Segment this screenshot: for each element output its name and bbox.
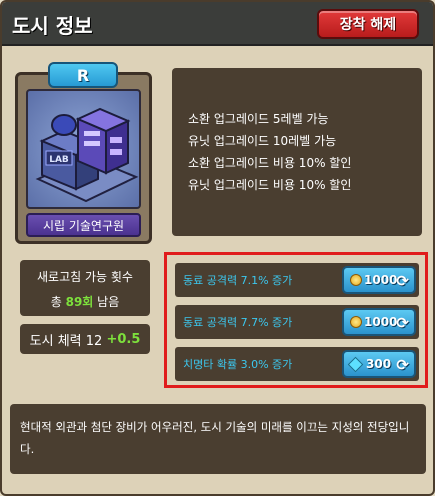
- option-label: 동료 공격력 7.1% 증가: [183, 274, 293, 287]
- city-hp-box: 도시 체력 12 +0.5: [20, 324, 150, 354]
- building-sign: LAB: [49, 155, 69, 165]
- refresh-count: 89회: [65, 295, 94, 309]
- cost-value: 300: [366, 357, 392, 371]
- unequip-button[interactable]: 장착 해제: [317, 9, 419, 39]
- header-bar: 도시 정보 장착 해제: [2, 2, 433, 46]
- coin-icon: [350, 274, 362, 286]
- refresh-icon: ⟳: [396, 272, 409, 290]
- cost-value: 1000: [364, 315, 398, 329]
- refresh-count-box: 새로고침 가능 횟수 총 89회 남음: [20, 260, 150, 316]
- coin-icon: [350, 316, 362, 328]
- city-hp-label: 도시 체력 12: [29, 333, 103, 349]
- option-row: 치명타 확률 3.0% 증가 300 ⟳: [175, 347, 419, 381]
- option-row: 동료 공격력 7.7% 증가 1000 ⟳: [175, 305, 419, 339]
- refresh-prefix: 총: [50, 295, 62, 309]
- effect-line: 유닛 업그레이드 10레벨 가능: [188, 134, 337, 148]
- lab-building-icon: LAB: [35, 107, 139, 203]
- refresh-label: 새로고침 가능 횟수: [37, 270, 133, 284]
- options-highlight-frame: 동료 공격력 7.1% 증가 1000 ⟳ 동료 공격력 7.7% 증가 100…: [164, 252, 428, 388]
- reroll-button[interactable]: 1000 ⟳: [342, 308, 416, 336]
- city-hp-bonus: +0.5: [106, 331, 141, 347]
- rarity-badge: R: [48, 62, 118, 88]
- cost-value: 1000: [364, 273, 398, 287]
- building-illustration: LAB: [26, 89, 141, 209]
- refresh-icon: ⟳: [396, 314, 409, 332]
- gem-icon: [347, 356, 364, 372]
- refresh-remaining: 총 89회 남음: [20, 293, 150, 310]
- option-label: 동료 공격력 7.7% 증가: [183, 316, 293, 329]
- page-title: 도시 정보: [12, 14, 93, 38]
- reroll-button[interactable]: 1000 ⟳: [342, 266, 416, 294]
- effects-description: 소환 업그레이드 5레벨 가능 유닛 업그레이드 10레벨 가능 소환 업그레이…: [172, 68, 422, 236]
- building-name: 시립 기술연구원: [26, 213, 141, 237]
- effect-line: 소환 업그레이드 5레벨 가능: [188, 112, 329, 126]
- city-card: LAB 시립 기술연구원: [15, 72, 152, 244]
- effect-line: 유닛 업그레이드 비용 10% 할인: [188, 178, 352, 192]
- option-label: 치명타 확률 3.0% 증가: [183, 358, 293, 371]
- city-info-panel: 도시 정보 장착 해제 LAB 시립 기술연구원 R 소환 업그레이드 5레벨 …: [0, 0, 435, 496]
- option-row: 동료 공격력 7.1% 증가 1000 ⟳: [175, 263, 419, 297]
- refresh-suffix: 남음: [97, 295, 120, 309]
- reroll-button[interactable]: 300 ⟳: [342, 350, 416, 378]
- effect-line: 소환 업그레이드 비용 10% 할인: [188, 156, 352, 170]
- lore-description: 현대적 외관과 첨단 장비가 어우러진, 도시 기술의 미래를 이끄는 지성의 …: [10, 404, 426, 474]
- refresh-icon: ⟳: [396, 356, 409, 374]
